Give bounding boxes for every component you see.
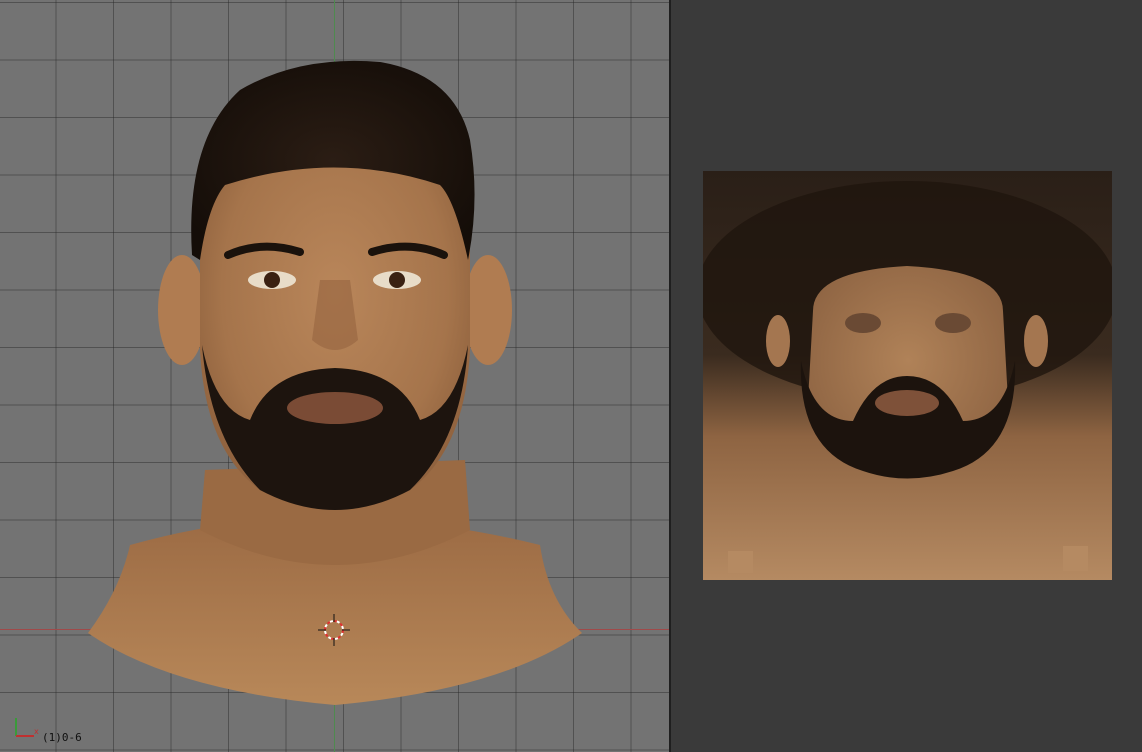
nose [312,280,358,350]
mouth [287,392,383,424]
3d-cursor-icon[interactable] [318,614,350,646]
face-texture-image[interactable] [703,171,1112,580]
svg-text:x: x [34,727,39,736]
3d-viewport[interactable]: x (1)0-6 [0,0,669,752]
uv-image-editor[interactable] [671,0,1142,752]
right-ear [464,255,512,365]
frame-label: (1)0-6 [42,731,82,744]
axis-icon: x [15,718,39,737]
left-ear [158,255,206,365]
